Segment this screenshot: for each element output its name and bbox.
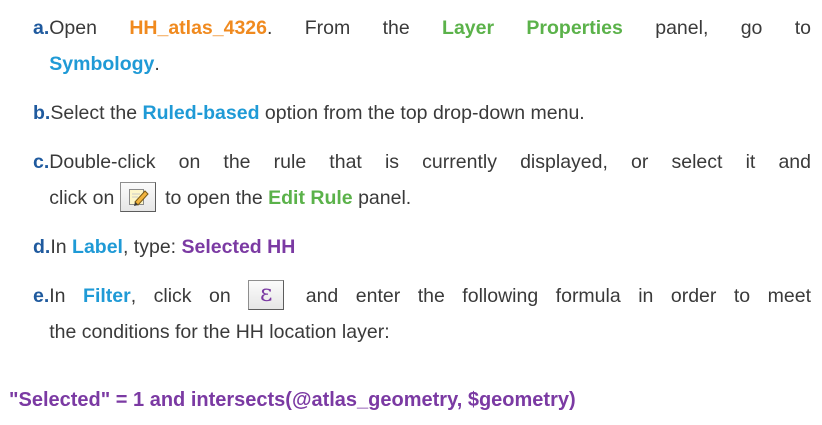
step-text: Select the Ruled-based option from the t… <box>50 95 811 131</box>
step-line: click on to open the Edit Rule panel. <box>49 181 412 212</box>
step-c: c. Double-click on the rule that is curr… <box>33 144 811 216</box>
step-line: the conditions for the HH location layer… <box>49 321 390 343</box>
text-run: to open the <box>159 187 269 209</box>
step-line: In Filter, click on ε and enter the foll… <box>49 278 811 314</box>
expression-button[interactable]: ε <box>248 278 285 310</box>
text-run: and enter the following formula in order… <box>288 285 811 307</box>
step-marker: a. <box>33 17 50 39</box>
instruction-steps: a. Open HH_atlas_4326. From the Layer Pr… <box>33 10 811 363</box>
layer-properties-term: Layer Properties <box>442 17 623 39</box>
step-line: Open HH_atlas_4326. From the Layer Prope… <box>49 10 811 46</box>
step-line: Symbology. <box>49 53 160 75</box>
edit-pencil-icon <box>128 188 149 206</box>
text-run: Select the <box>50 102 143 124</box>
step-marker: d. <box>33 236 51 258</box>
atlas-layer-name: HH_atlas_4326 <box>129 17 267 39</box>
symbology-term: Symbology <box>49 53 155 75</box>
step-text: Double-click on the rule that is current… <box>49 144 811 216</box>
step-line: Double-click on the rule that is current… <box>49 151 811 173</box>
label-term: Label <box>72 236 123 258</box>
step-d: d. In Label, type: Selected HH <box>33 229 811 265</box>
step-marker: b. <box>33 102 51 124</box>
label-value: Selected HH <box>181 236 296 258</box>
step-marker: e. <box>33 285 50 307</box>
step-text: Open HH_atlas_4326. From the Layer Prope… <box>49 10 811 82</box>
text-run: panel, go to <box>622 17 811 39</box>
text-run: Open <box>49 17 130 39</box>
text-run: panel. <box>352 187 412 209</box>
edit-rule-button[interactable] <box>119 181 156 212</box>
step-e: e. In Filter, click on ε and enter the f… <box>33 278 811 350</box>
step-text: In Filter, click on ε and enter the foll… <box>49 278 811 350</box>
edit-rule-term: Edit Rule <box>268 187 353 209</box>
filter-term: Filter <box>83 285 131 307</box>
text-run: option from the top drop-down menu. <box>259 102 585 124</box>
text-run: , type: <box>122 236 182 258</box>
text-run: In <box>49 285 84 307</box>
step-marker: c. <box>33 151 50 173</box>
rule-based-term: Ruled-based <box>142 102 260 124</box>
step-b: b. Select the Ruled-based option from th… <box>33 95 811 131</box>
text-run: . <box>154 53 160 75</box>
text-run: click on <box>49 187 120 209</box>
text-run: , click on <box>130 285 249 307</box>
text-run: In <box>50 236 73 258</box>
text-run: . From the <box>267 17 443 39</box>
step-text: In Label, type: Selected HH <box>50 229 811 265</box>
filter-formula: "Selected" = 1 and intersects(@atlas_geo… <box>9 389 576 411</box>
expression-epsilon-icon: ε <box>260 278 273 307</box>
step-a: a. Open HH_atlas_4326. From the Layer Pr… <box>33 10 811 82</box>
